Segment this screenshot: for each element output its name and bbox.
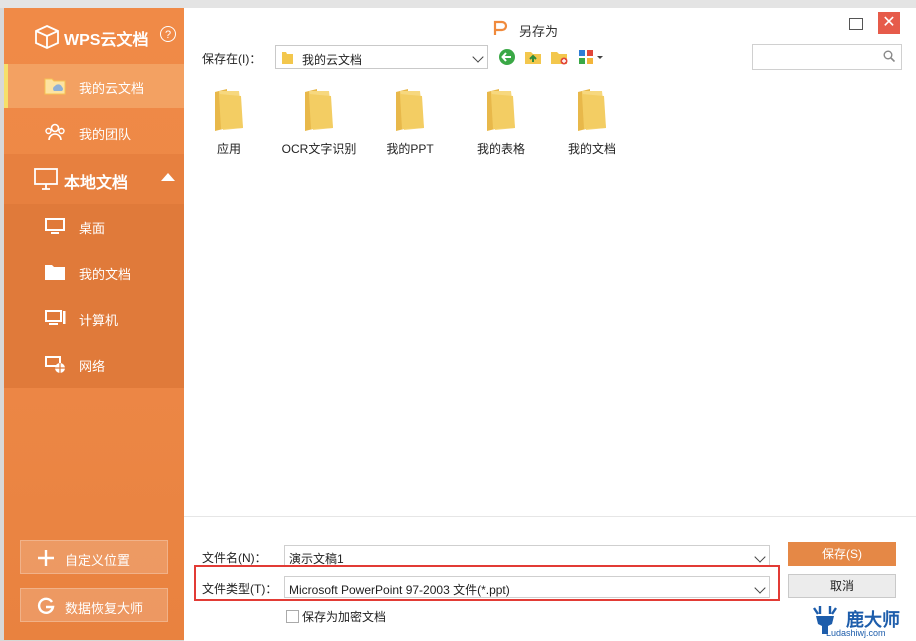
search-icon	[883, 50, 895, 62]
filename-label: 文件名(N)：	[202, 551, 267, 565]
sidebar-item-network[interactable]: 网络	[4, 342, 184, 386]
data-recovery-button[interactable]: 数据恢复大师	[20, 588, 168, 622]
filetype-value: Microsoft PowerPoint 97-2003 文件(*.ppt)	[289, 583, 510, 597]
file-item-ocr[interactable]: OCR文字识别	[274, 88, 364, 168]
search-input[interactable]	[752, 44, 902, 70]
sidebar-item-my-documents[interactable]: 我的文档	[4, 250, 184, 294]
filetype-label: 文件类型(T)：	[202, 582, 278, 596]
sidebar-header: WPS云文档 ?	[4, 8, 184, 60]
network-icon	[45, 356, 65, 373]
folder-icon	[282, 52, 293, 64]
section-label: 本地文档	[64, 175, 129, 192]
save-button[interactable]: 保存(S)	[788, 542, 896, 566]
watermark-url: Ludashiwj.com	[826, 628, 886, 638]
wps-presentation-logo-icon	[493, 20, 508, 35]
sidebar-item-my-cloud[interactable]: 我的云文档	[4, 64, 184, 108]
cancel-button[interactable]: 取消	[788, 574, 896, 598]
filename-input[interactable]: 演示文稿1	[284, 545, 770, 567]
sidebar-item-label: 计算机	[79, 313, 119, 328]
file-label: 我的PPT	[386, 142, 434, 156]
collapse-caret-icon[interactable]	[161, 173, 175, 181]
monitor-icon	[34, 168, 58, 190]
file-item-my-sheets[interactable]: 我的表格	[456, 88, 546, 168]
computer-icon	[45, 310, 66, 325]
up-folder-icon[interactable]	[524, 48, 542, 66]
chevron-down-icon	[472, 51, 484, 63]
sidebar-item-label: 桌面	[79, 221, 106, 236]
location-value: 我的云文档	[302, 53, 363, 67]
cloud-box-icon	[35, 25, 59, 49]
folder-icon	[578, 89, 606, 131]
background-strip	[0, 0, 916, 8]
custom-location-button[interactable]: 自定义位置	[20, 540, 168, 574]
maximize-button[interactable]	[849, 18, 863, 30]
file-label: 我的文档	[567, 142, 616, 156]
chevron-down-icon	[754, 551, 766, 563]
help-icon[interactable]: ?	[160, 26, 176, 42]
encrypt-checkbox[interactable]	[286, 610, 299, 623]
filetype-select[interactable]: Microsoft PowerPoint 97-2003 文件(*.ppt)	[284, 576, 770, 598]
brand-label: WPS云文档	[64, 32, 149, 49]
save-in-label: 保存在(I)：	[202, 52, 262, 66]
sidebar-item-my-team[interactable]: 我的团队	[4, 110, 184, 154]
file-list: 应用 OCR文字识别 我的PPT 我的表格 我的文档	[184, 78, 916, 514]
dialog-title: 另存为	[519, 24, 559, 39]
plus-icon	[38, 550, 54, 566]
file-item-my-ppt[interactable]: 我的PPT	[365, 88, 455, 168]
close-button[interactable]: ✕	[878, 12, 900, 34]
folder-icon	[305, 89, 333, 131]
main-panel: 另存为 ✕ 保存在(I)： 我的云文档 应用 OCR文字识别 我的PPT 我的表…	[184, 8, 916, 641]
folder-icon	[215, 89, 243, 131]
sidebar-item-label: 我的团队	[79, 127, 132, 142]
team-icon	[45, 123, 65, 141]
save-as-dialog: WPS云文档 ? 我的云文档 我的团队 本地文档 桌面 我的文档 计算机 网络 …	[4, 8, 916, 641]
button-label: 数据恢复大师	[65, 601, 144, 616]
file-item-my-docs[interactable]: 我的文档	[547, 88, 637, 168]
local-documents-section[interactable]: 本地文档	[4, 154, 184, 204]
sidebar-item-desktop[interactable]: 桌面	[4, 204, 184, 248]
folder-icon	[396, 89, 424, 131]
sidebar: WPS云文档 ? 我的云文档 我的团队 本地文档 桌面 我的文档 计算机 网络 …	[4, 8, 184, 640]
chevron-down-icon	[754, 582, 766, 594]
view-menu-icon[interactable]	[578, 48, 606, 66]
sidebar-item-label: 我的云文档	[79, 81, 145, 96]
file-label: OCR文字识别	[281, 142, 357, 156]
desktop-icon	[45, 218, 65, 234]
button-label: 自定义位置	[65, 553, 131, 568]
file-item-apps[interactable]: 应用	[184, 88, 274, 168]
encrypt-label[interactable]: 保存为加密文档	[302, 608, 386, 625]
cloud-folder-icon	[44, 78, 66, 95]
watermark: 鹿大师 Ludashiwj.com	[806, 602, 916, 640]
sidebar-item-computer[interactable]: 计算机	[4, 296, 184, 340]
recovery-g-icon	[37, 597, 55, 614]
sidebar-item-label: 我的文档	[79, 267, 132, 282]
back-arrow-icon[interactable]	[498, 48, 516, 66]
sidebar-item-label: 网络	[79, 359, 106, 374]
new-folder-icon[interactable]	[550, 48, 568, 66]
location-select[interactable]: 我的云文档	[275, 45, 488, 69]
file-label: 我的表格	[476, 142, 525, 156]
folder-icon	[487, 89, 515, 131]
file-label: 应用	[216, 142, 241, 156]
local-items-panel: 桌面 我的文档 计算机 网络	[4, 204, 184, 388]
folder-icon	[45, 265, 65, 280]
